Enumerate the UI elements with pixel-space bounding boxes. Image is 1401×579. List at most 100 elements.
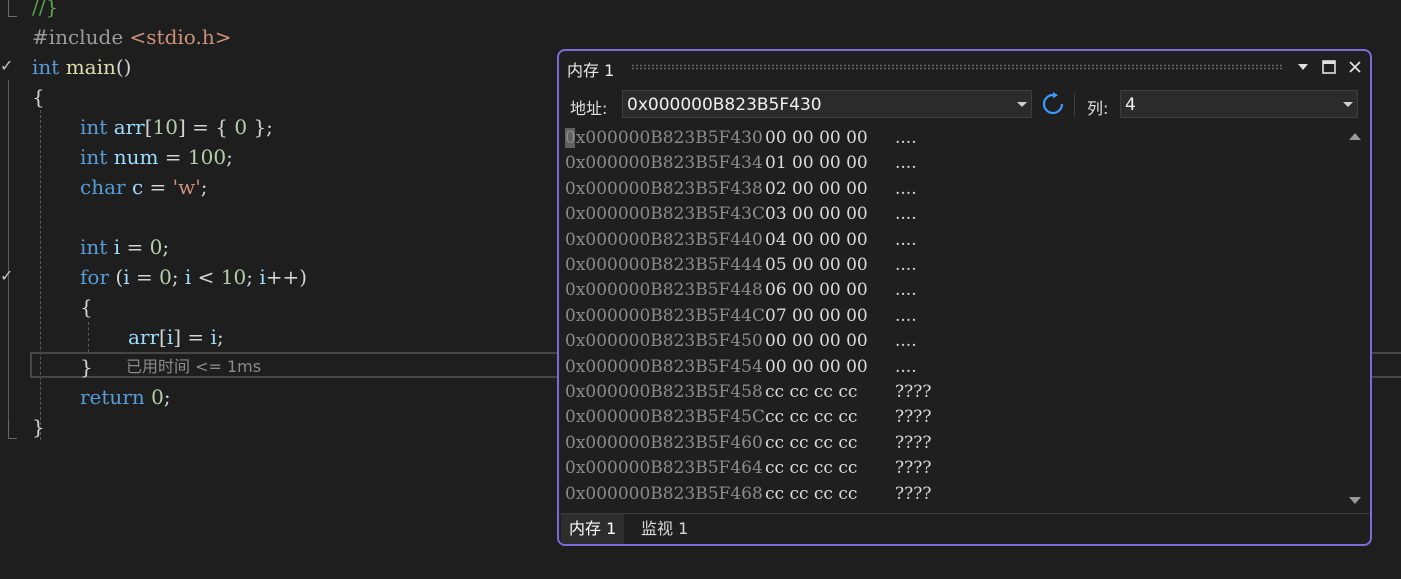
memory-ascii[interactable]: .... (895, 176, 917, 202)
maximize-icon (1322, 60, 1336, 74)
memory-ascii[interactable]: ???? (895, 481, 931, 507)
memory-row[interactable]: 0x000000B823B5F460 cc cc cc cc???? (559, 430, 1340, 456)
maximize-button[interactable] (1317, 55, 1341, 79)
memory-row[interactable]: 0x000000B823B5F430 00 00 00 00.... (559, 125, 1340, 151)
memory-bytes[interactable]: 05 00 00 00 (765, 252, 868, 278)
memory-bytes[interactable]: cc cc cc cc (765, 404, 857, 430)
memory-row[interactable]: 0x000000B823B5F468 cc cc cc cc???? (559, 481, 1340, 507)
code-line[interactable]: //} (0, 0, 1401, 22)
scroll-up-icon[interactable] (1349, 133, 1361, 140)
memory-address[interactable]: 0x000000B823B5F434 (565, 150, 763, 176)
code-line-text: int num = 100; (80, 142, 233, 172)
memory-ascii[interactable]: .... (895, 328, 917, 354)
memory-address[interactable]: 0x000000B823B5F46C (565, 506, 765, 511)
address-combobox[interactable]: 0x000000B823B5F430 (622, 90, 1032, 118)
memory-ascii[interactable]: .... (895, 354, 917, 380)
memory-address[interactable]: 0x000000B823B5F44C (565, 303, 765, 329)
code-token: ; (163, 385, 171, 409)
tab-memory-1[interactable]: 内存 1 (561, 514, 625, 544)
titlebar-drag-grip[interactable] (631, 64, 1283, 70)
memory-row[interactable]: 0x000000B823B5F44C 07 00 00 00.... (559, 303, 1340, 329)
code-token: #include (32, 25, 130, 49)
memory-ascii[interactable]: .... (895, 303, 917, 329)
memory-address[interactable]: 0x000000B823B5F450 (565, 328, 763, 354)
vertical-scrollbar[interactable] (1342, 125, 1368, 511)
memory-row[interactable]: 0x000000B823B5F448 06 00 00 00.... (559, 277, 1340, 303)
chevron-down-icon[interactable] (1017, 102, 1027, 107)
code-line-text: for (i = 0; i < 10; i++) (80, 262, 307, 292)
code-token: < (191, 265, 221, 289)
memory-bytes[interactable]: 03 00 00 00 (765, 201, 868, 227)
memory-bytes[interactable]: 00 00 00 00 (765, 354, 868, 380)
memory-row[interactable]: 0x000000B823B5F454 00 00 00 00.... (559, 354, 1340, 380)
code-line[interactable]: #include <stdio.h> (0, 22, 1401, 52)
memory-ascii[interactable]: .... (895, 201, 917, 227)
memory-ascii[interactable]: ???? (895, 404, 931, 430)
memory-row[interactable]: 0x000000B823B5F43C 03 00 00 00.... (559, 201, 1340, 227)
memory-bytes[interactable]: 01 00 00 00 (765, 150, 868, 176)
memory-address[interactable]: 0x000000B823B5F464 (565, 455, 763, 481)
memory-bytes[interactable]: cc cc cc cc (765, 481, 857, 507)
memory-row[interactable]: 0x000000B823B5F440 04 00 00 00.... (559, 227, 1340, 253)
memory-ascii[interactable]: .... (895, 252, 917, 278)
memory-address[interactable]: 0x000000B823B5F444 (565, 252, 763, 278)
code-token: ; (162, 235, 170, 259)
memory-bytes[interactable]: 00 00 00 00 (765, 328, 868, 354)
memory-row[interactable]: 0x000000B823B5F450 00 00 00 00.... (559, 328, 1340, 354)
columns-combobox[interactable]: 4 (1120, 90, 1358, 118)
memory-address[interactable]: 0x000000B823B5F448 (565, 277, 763, 303)
refresh-icon (1042, 92, 1064, 115)
memory-row[interactable]: 0x000000B823B5F434 01 00 00 00.... (559, 150, 1340, 176)
address-input[interactable]: 0x000000B823B5F430 (627, 95, 822, 115)
memory-ascii[interactable]: ???? (895, 455, 931, 481)
checkmark-icon[interactable]: ✓ (0, 58, 13, 74)
code-token: ++) (265, 265, 308, 289)
memory-address[interactable]: 0x000000B823B5F430 (565, 125, 763, 151)
code-token: 10 (220, 265, 247, 289)
code-token: for (80, 265, 110, 289)
memory-address[interactable]: 0x000000B823B5F440 (565, 227, 763, 253)
memory-bytes[interactable]: 00 00 00 00 (765, 125, 868, 151)
memory-address[interactable]: 0x000000B823B5F438 (565, 176, 763, 202)
memory-address[interactable]: 0x000000B823B5F460 (565, 430, 763, 456)
memory-window-titlebar[interactable]: 内存 1 (559, 51, 1370, 85)
memory-content[interactable]: 0x000000B823B5F430 00 00 00 00.... 0x00000… (559, 125, 1340, 511)
code-line-text: return 0; (80, 382, 171, 412)
refresh-button[interactable] (1041, 92, 1065, 116)
memory-ascii[interactable]: .... (895, 125, 917, 151)
code-token: } (32, 415, 45, 439)
chevron-down-icon[interactable] (1343, 102, 1353, 107)
scroll-down-icon[interactable] (1349, 497, 1361, 504)
memory-bytes[interactable]: cc cc cc cc (765, 430, 857, 456)
memory-bytes[interactable]: 02 00 00 00 (765, 176, 868, 202)
memory-ascii[interactable]: d... (895, 506, 922, 511)
memory-window[interactable]: 内存 1 地址: 0x000000B823B5F430 列: 4 0x00000… (557, 49, 1372, 546)
memory-row[interactable]: 0x000000B823B5F46C64 00 00 00 d... (559, 506, 1340, 511)
memory-ascii[interactable]: .... (895, 277, 917, 303)
columns-input[interactable]: 4 (1125, 95, 1136, 115)
memory-address[interactable]: 0x000000B823B5F468 (565, 481, 763, 507)
memory-address[interactable]: 0x000000B823B5F458 (565, 379, 763, 405)
memory-bytes[interactable]: 07 00 00 00 (765, 303, 868, 329)
memory-bytes[interactable]: 06 00 00 00 (765, 277, 868, 303)
memory-address[interactable]: 0x000000B823B5F45C (565, 404, 765, 430)
memory-row[interactable]: 0x000000B823B5F464 cc cc cc cc???? (559, 455, 1340, 481)
memory-address[interactable]: 0x000000B823B5F454 (565, 354, 763, 380)
memory-ascii[interactable]: .... (895, 150, 917, 176)
window-options-button[interactable] (1291, 55, 1315, 79)
memory-ascii[interactable]: .... (895, 227, 917, 253)
memory-ascii[interactable]: ???? (895, 430, 931, 456)
memory-ascii[interactable]: ???? (895, 379, 931, 405)
memory-row[interactable]: 0x000000B823B5F458 cc cc cc cc???? (559, 379, 1340, 405)
memory-row[interactable]: 0x000000B823B5F45C cc cc cc cc???? (559, 404, 1340, 430)
memory-bytes[interactable]: 64 00 00 00 (765, 506, 868, 511)
memory-row[interactable]: 0x000000B823B5F444 05 00 00 00.... (559, 252, 1340, 278)
memory-row[interactable]: 0x000000B823B5F438 02 00 00 00.... (559, 176, 1340, 202)
memory-bytes[interactable]: cc cc cc cc (765, 379, 857, 405)
memory-bytes[interactable]: cc cc cc cc (765, 455, 857, 481)
memory-address[interactable]: 0x000000B823B5F43C (565, 201, 765, 227)
memory-bytes[interactable]: 04 00 00 00 (765, 227, 868, 253)
tab-watch-1[interactable]: 监视 1 (633, 514, 696, 544)
close-button[interactable] (1343, 55, 1367, 79)
checkmark-icon[interactable]: ✓ (0, 268, 13, 284)
